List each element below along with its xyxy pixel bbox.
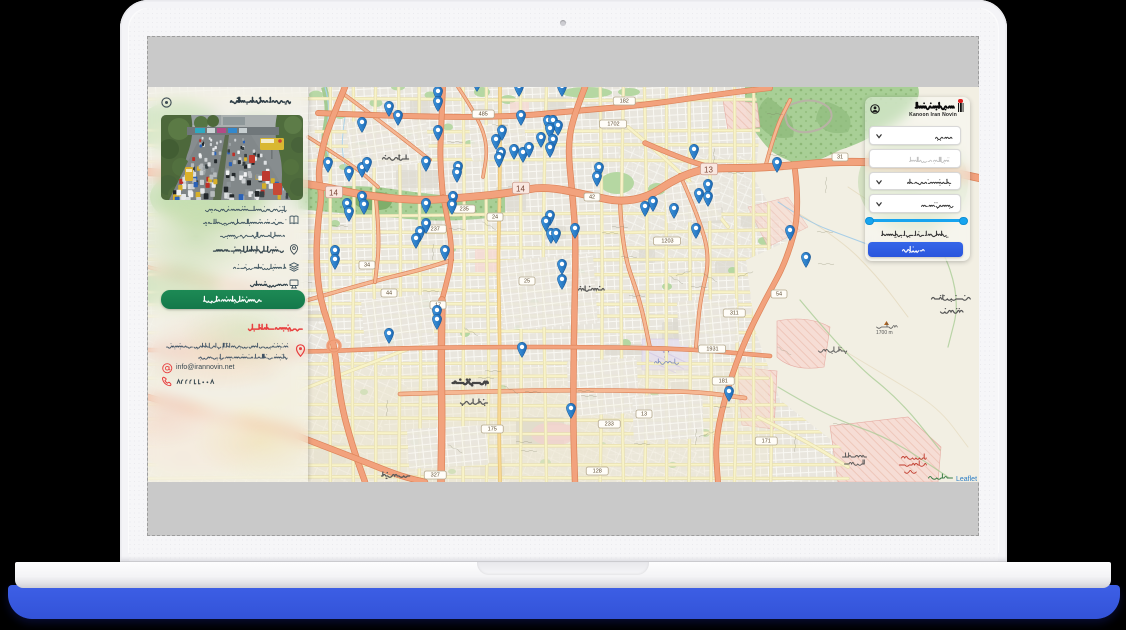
svg-text:171: 171 xyxy=(762,439,771,445)
svg-text:14: 14 xyxy=(329,188,338,197)
svg-text:14: 14 xyxy=(516,184,525,193)
svg-text:54: 54 xyxy=(776,292,782,298)
svg-text:44: 44 xyxy=(386,291,392,297)
svg-text:175: 175 xyxy=(488,427,497,433)
svg-text:31: 31 xyxy=(837,155,843,161)
svg-text:311: 311 xyxy=(730,311,739,317)
svg-text:485: 485 xyxy=(479,112,488,118)
svg-text:42: 42 xyxy=(589,195,595,201)
svg-text:235: 235 xyxy=(460,207,469,213)
svg-text:13: 13 xyxy=(704,165,713,174)
svg-text:1702: 1702 xyxy=(607,122,619,128)
svg-text:34: 34 xyxy=(364,263,370,269)
svg-text:181: 181 xyxy=(719,379,728,385)
svg-text:237: 237 xyxy=(431,227,440,233)
svg-text:182: 182 xyxy=(620,99,629,105)
svg-text:24: 24 xyxy=(492,215,498,221)
svg-text:25: 25 xyxy=(524,279,530,285)
svg-text:1931: 1931 xyxy=(706,347,718,353)
svg-text:Leaflet: Leaflet xyxy=(956,476,977,482)
svg-text:128: 128 xyxy=(593,469,602,475)
svg-text:1700 m: 1700 m xyxy=(876,330,893,336)
svg-text:233: 233 xyxy=(605,422,614,428)
svg-text:13: 13 xyxy=(641,412,647,418)
svg-text:1203: 1203 xyxy=(661,239,673,245)
svg-text:327: 327 xyxy=(431,473,440,479)
